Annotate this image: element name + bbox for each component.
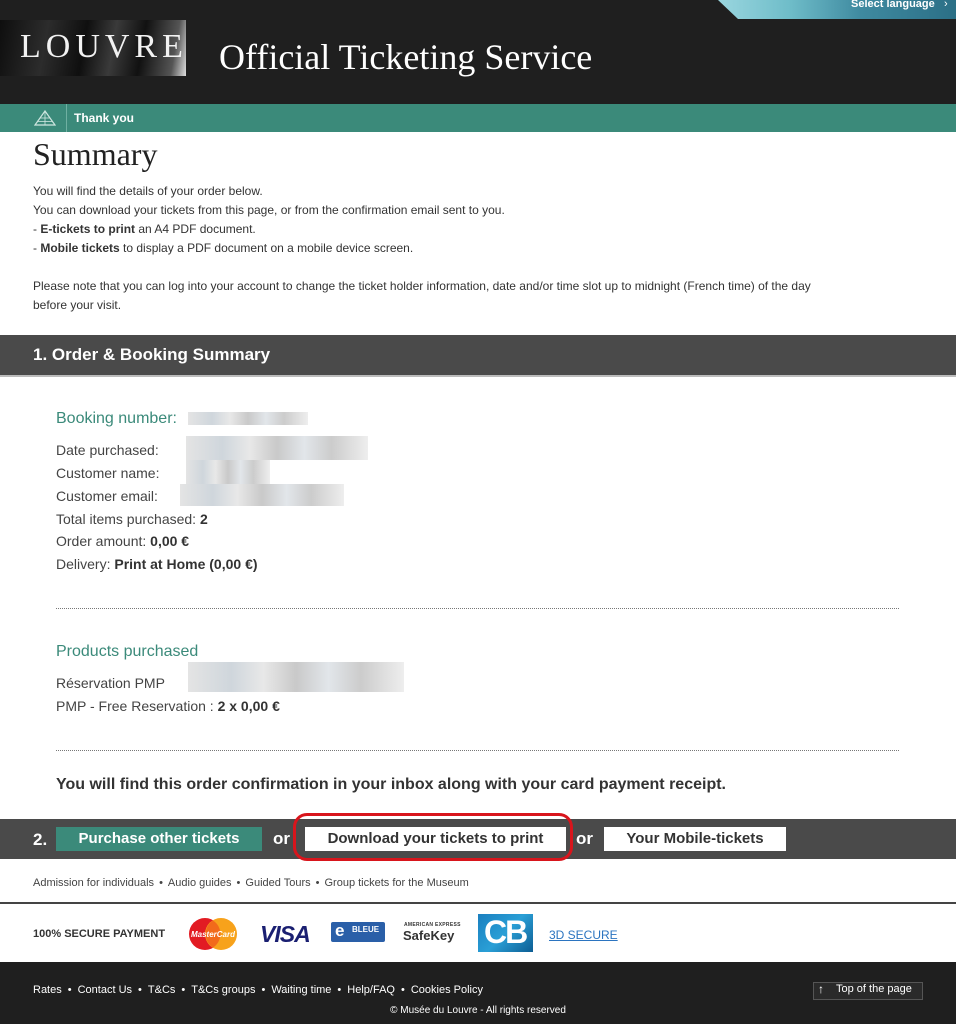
footer-links: Rates • Contact Us • T&Cs • T&Cs groups • Waitin… xyxy=(33,984,483,996)
info-links: Admission for individuals • Audio guides • G… xyxy=(33,877,469,889)
free-reservation-label: PMP - Free Reservation : xyxy=(56,698,214,714)
mastercard-text: MasterCard xyxy=(191,930,236,939)
intro-etickets-line: - E-tickets to print an A4 PDF document. xyxy=(33,222,256,236)
3d-secure-link[interactable]: 3D SECURE xyxy=(549,928,618,942)
reservation-redacted xyxy=(188,662,404,692)
free-reservation-row: PMP - Free Reservation : 2 x 0,00 € xyxy=(56,698,280,714)
date-purchased-redacted xyxy=(186,436,368,460)
footer-link-help[interactable]: Help/FAQ xyxy=(347,984,395,996)
breadcrumb-bar xyxy=(0,104,956,132)
purchase-other-tickets-button[interactable]: Purchase other tickets xyxy=(56,827,262,851)
divider-2 xyxy=(56,750,899,751)
section-1-title: 1. Order & Booking Summary xyxy=(33,345,271,364)
intro-mobile-line: - Mobile tickets to display a PDF docume… xyxy=(33,241,413,255)
delivery-row: Delivery: Print at Home (0,00 €) xyxy=(56,556,258,572)
delivery-value: Print at Home (0,00 €) xyxy=(114,556,258,572)
or-separator: or xyxy=(273,829,290,848)
customer-email-label: Customer email: xyxy=(56,488,158,504)
customer-name-label: Customer name: xyxy=(56,465,160,481)
link-separator: • xyxy=(236,877,241,889)
divider-1 xyxy=(56,608,899,609)
order-amount-value: 0,00 € xyxy=(150,533,190,549)
mobile-bold: Mobile tickets xyxy=(40,241,120,255)
link-separator: • xyxy=(315,877,320,889)
footer-link-tcs-groups[interactable]: T&Cs groups xyxy=(191,984,255,996)
copyright: © Musée du Louvre - All rights reserved xyxy=(390,1005,566,1016)
products-purchased-label: Products purchased xyxy=(56,643,199,660)
mobile-rest: to display a PDF document on a mobile de… xyxy=(119,241,414,255)
select-language-link[interactable]: Select language xyxy=(851,0,935,10)
link-separator: • xyxy=(159,877,163,889)
safekey-logo: SafeKey xyxy=(403,928,455,943)
visa-logo: VISA xyxy=(260,921,311,947)
divider-line xyxy=(0,902,956,904)
link-audio-guides[interactable]: Audio guides xyxy=(168,877,232,889)
mastercard-logo: MasterCard xyxy=(189,918,237,950)
free-reservation-value: 2 x 0,00 € xyxy=(217,698,280,714)
link-separator: • xyxy=(181,984,186,996)
link-admission[interactable]: Admission for individuals xyxy=(33,877,154,889)
reservation-label: Réservation PMP xyxy=(56,675,165,691)
secure-payment-label: 100% SECURE PAYMENT xyxy=(33,928,166,940)
total-items-value: 2 xyxy=(199,511,208,527)
link-group-tickets[interactable]: Group tickets for the Museum xyxy=(324,877,468,889)
order-amount-label: Order amount: xyxy=(56,533,147,549)
etickets-rest: an A4 PDF document. xyxy=(135,222,256,236)
pyramid-icon xyxy=(34,110,56,126)
booking-number-label: Booking number: xyxy=(56,410,177,427)
mobile-tickets-button[interactable]: Your Mobile-tickets xyxy=(604,827,786,851)
date-purchased-label: Date purchased: xyxy=(56,442,159,458)
footer-link-rates[interactable]: Rates xyxy=(33,984,62,996)
link-guided-tours[interactable]: Guided Tours xyxy=(245,877,310,889)
link-separator: • xyxy=(261,984,266,996)
etickets-bold: E-tickets to print xyxy=(40,222,136,236)
top-of-page-label: Top of the page xyxy=(836,983,912,995)
link-separator: • xyxy=(400,984,405,996)
total-items-row: Total items purchased: 2 xyxy=(56,511,208,527)
ebleue-e: e xyxy=(335,921,345,940)
customer-name-redacted xyxy=(186,460,270,484)
order-amount-row: Order amount: 0,00 € xyxy=(56,533,189,549)
booking-number-redacted xyxy=(188,412,308,425)
total-items-label: Total items purchased: xyxy=(56,511,197,527)
intro-line-2: You can download your tickets from this … xyxy=(33,203,505,217)
customer-email-redacted xyxy=(180,484,344,506)
link-separator: • xyxy=(337,984,342,996)
breadcrumb-divider xyxy=(66,104,67,132)
chevron-right-icon: › xyxy=(944,0,948,10)
footer-link-waiting-time[interactable]: Waiting time xyxy=(271,984,331,996)
arrow-up-icon: ↑ xyxy=(818,982,824,996)
section-2-number: 2. xyxy=(33,830,48,849)
inbox-note: You will find this order confirmation in… xyxy=(56,776,726,793)
cb-text: CB xyxy=(484,914,528,950)
or-separator: or xyxy=(576,829,593,848)
site-title: Official Ticketing Service xyxy=(219,37,593,77)
footer-link-tcs[interactable]: T&Cs xyxy=(148,984,176,996)
link-separator: • xyxy=(67,984,72,996)
intro-line-1: You will find the details of your order … xyxy=(33,184,263,198)
download-highlight-ring xyxy=(293,813,573,861)
breadcrumb-label: Thank you xyxy=(74,111,135,125)
louvre-logo-text: LOUVRE xyxy=(20,28,188,65)
footer-link-contact[interactable]: Contact Us xyxy=(78,984,132,996)
link-separator: • xyxy=(138,984,142,996)
note-line-2: before your visit. xyxy=(33,298,122,312)
note-line-1: Please note that you can log into your a… xyxy=(33,279,811,293)
footer-link-cookies[interactable]: Cookies Policy xyxy=(411,984,483,996)
page-title: Summary xyxy=(33,136,158,172)
delivery-label: Delivery: xyxy=(56,556,111,572)
ebleue-text: BLEUE xyxy=(352,925,380,934)
